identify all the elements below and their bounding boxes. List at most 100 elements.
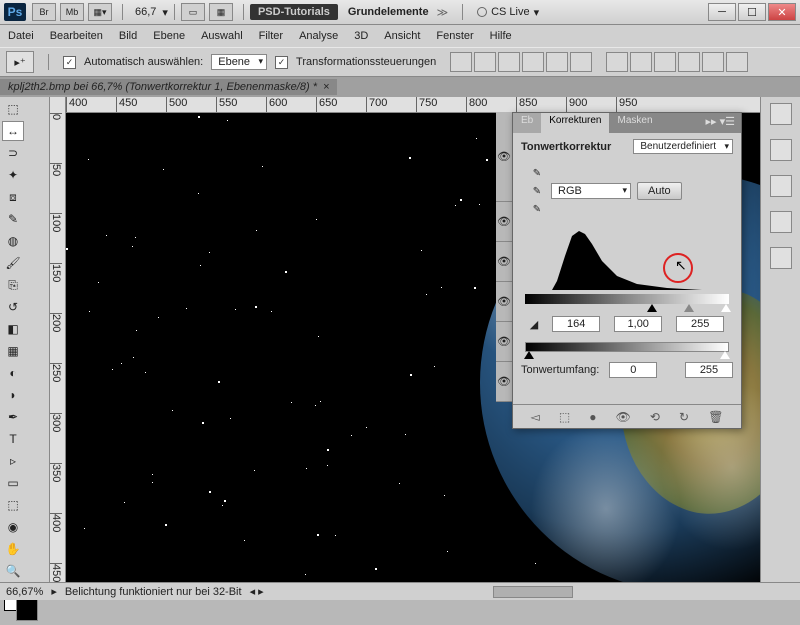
- panel-menu-icon[interactable]: ▸▸ ▾☰: [700, 113, 741, 133]
- shape-tool[interactable]: ▭: [2, 473, 24, 493]
- path-select-tool[interactable]: ▹: [2, 451, 24, 471]
- horizontal-scrollbar[interactable]: [493, 586, 573, 598]
- input-slider[interactable]: [525, 294, 729, 304]
- output-black-slider[interactable]: [524, 351, 534, 359]
- midtone-slider[interactable]: [684, 304, 694, 312]
- eye-icon[interactable]: 👁: [616, 410, 631, 424]
- type-tool[interactable]: T: [2, 429, 24, 449]
- lasso-tool[interactable]: ⊃: [2, 143, 24, 163]
- expand-icon[interactable]: ⬚: [559, 410, 570, 424]
- tool-3d-cam[interactable]: ◉: [2, 517, 24, 537]
- layer-eye-6[interactable]: 👁: [496, 362, 512, 402]
- dist-left[interactable]: [678, 52, 700, 72]
- gradient-tool[interactable]: ▦: [2, 341, 24, 361]
- align-left[interactable]: [522, 52, 544, 72]
- auto-select-dropdown[interactable]: Ebene: [211, 54, 267, 70]
- workspace-more[interactable]: ≫: [437, 6, 449, 19]
- background-swatch[interactable]: [16, 599, 38, 621]
- auto-button[interactable]: Auto: [637, 182, 682, 200]
- eyedropper-tool[interactable]: ✎: [2, 209, 24, 229]
- workspace-grundelemente[interactable]: Grundelemente: [348, 6, 429, 18]
- heal-tool[interactable]: ◍: [2, 231, 24, 251]
- menu-ansicht[interactable]: Ansicht: [384, 30, 420, 42]
- menu-auswahl[interactable]: Auswahl: [201, 30, 243, 42]
- menu-ebene[interactable]: Ebene: [153, 30, 185, 42]
- highlight-slider[interactable]: [721, 304, 731, 312]
- output-lo-input[interactable]: [609, 362, 657, 378]
- adjustments-panel[interactable]: Eb Korrekturen Masken ▸▸ ▾☰ Tonwertkorre…: [512, 112, 742, 429]
- minibridge-button[interactable]: Mb: [60, 3, 84, 21]
- extras-button[interactable]: ▦: [209, 3, 233, 21]
- eraser-tool[interactable]: ◧: [2, 319, 24, 339]
- auto-select-checkbox[interactable]: ✓: [63, 56, 76, 69]
- window-maximize[interactable]: ☐: [738, 3, 766, 21]
- align-hcenter[interactable]: [546, 52, 568, 72]
- adjustments-panel-icon[interactable]: [770, 211, 792, 233]
- menu-fenster[interactable]: Fenster: [436, 30, 473, 42]
- eyedropper-white[interactable]: ✎: [529, 202, 545, 216]
- tab-masken[interactable]: Masken: [609, 113, 660, 133]
- channel-dropdown[interactable]: RGB: [551, 183, 631, 199]
- align-bottom[interactable]: [498, 52, 520, 72]
- layer-eye-4[interactable]: 👁: [496, 282, 512, 322]
- zoom-tool[interactable]: 🔍: [2, 561, 24, 581]
- wand-tool[interactable]: ✦: [2, 165, 24, 185]
- reset-icon[interactable]: ↻: [679, 410, 689, 424]
- layer-eye-5[interactable]: 👁: [496, 322, 512, 362]
- ruler-vertical[interactable]: 050100150200250300350400450500550600: [50, 97, 66, 582]
- layer-eye-3[interactable]: 👁: [496, 242, 512, 282]
- menu-bild[interactable]: Bild: [119, 30, 137, 42]
- cslive-button[interactable]: CS Live▾: [477, 6, 539, 19]
- menu-filter[interactable]: Filter: [259, 30, 283, 42]
- dodge-tool[interactable]: ◗: [2, 385, 24, 405]
- transform-checkbox[interactable]: ✓: [275, 56, 288, 69]
- window-close[interactable]: ✕: [768, 3, 796, 21]
- layers-panel-icon[interactable]: [770, 247, 792, 269]
- blur-tool[interactable]: ◐: [2, 363, 24, 383]
- menu-hilfe[interactable]: Hilfe: [490, 30, 512, 42]
- zoom-level[interactable]: 66,7: [135, 6, 156, 18]
- layer-eye-2[interactable]: 👁: [496, 202, 512, 242]
- styles-panel-icon[interactable]: [770, 175, 792, 197]
- shadow-input[interactable]: [552, 316, 600, 332]
- document-tab-close[interactable]: ×: [323, 81, 329, 93]
- clip-icon[interactable]: ●: [589, 410, 596, 424]
- align-right[interactable]: [570, 52, 592, 72]
- move-tool-icon[interactable]: ▸⁺: [6, 51, 34, 73]
- marquee-tool[interactable]: ⬚: [2, 99, 24, 119]
- ruler-horizontal[interactable]: 400450500550600650700750800850900950: [66, 97, 760, 113]
- crop-tool[interactable]: ⧈: [2, 187, 24, 207]
- highlight-input[interactable]: [676, 316, 724, 332]
- output-slider[interactable]: [525, 342, 729, 352]
- layer-eye-1[interactable]: 👁: [496, 112, 512, 202]
- output-hi-input[interactable]: [685, 362, 733, 378]
- screen-mode-button[interactable]: ▦▾: [88, 3, 112, 21]
- dist-top[interactable]: [606, 52, 628, 72]
- dist-hcenter[interactable]: [702, 52, 724, 72]
- swatches-panel-icon[interactable]: [770, 139, 792, 161]
- menu-analyse[interactable]: Analyse: [299, 30, 338, 42]
- bridge-button[interactable]: Br: [32, 3, 56, 21]
- hand-tool[interactable]: ✋: [2, 539, 24, 559]
- pen-tool[interactable]: ✒: [2, 407, 24, 427]
- dist-right[interactable]: [726, 52, 748, 72]
- tab-eb[interactable]: Eb: [513, 113, 541, 133]
- stamp-tool[interactable]: ⎘: [2, 275, 24, 295]
- dist-bottom[interactable]: [654, 52, 676, 72]
- align-vcenter[interactable]: [474, 52, 496, 72]
- prev-icon[interactable]: ⟲: [650, 410, 660, 424]
- menu-3d[interactable]: 3D: [354, 30, 368, 42]
- tool-3d[interactable]: ⬚: [2, 495, 24, 515]
- color-panel-icon[interactable]: [770, 103, 792, 125]
- move-tool[interactable]: ↔: [2, 121, 24, 141]
- delete-icon[interactable]: 🗑: [708, 410, 723, 424]
- workspace-psdtutorials[interactable]: PSD-Tutorials: [250, 4, 338, 20]
- align-top[interactable]: [450, 52, 472, 72]
- return-icon[interactable]: ◅: [531, 410, 540, 424]
- brush-tool[interactable]: 🖌: [2, 253, 24, 273]
- status-zoom[interactable]: 66,67%: [6, 586, 43, 598]
- preset-dropdown[interactable]: Benutzerdefiniert: [633, 139, 733, 154]
- midtone-input[interactable]: [614, 316, 662, 332]
- shadow-slider[interactable]: [647, 304, 657, 312]
- menu-datei[interactable]: Datei: [8, 30, 34, 42]
